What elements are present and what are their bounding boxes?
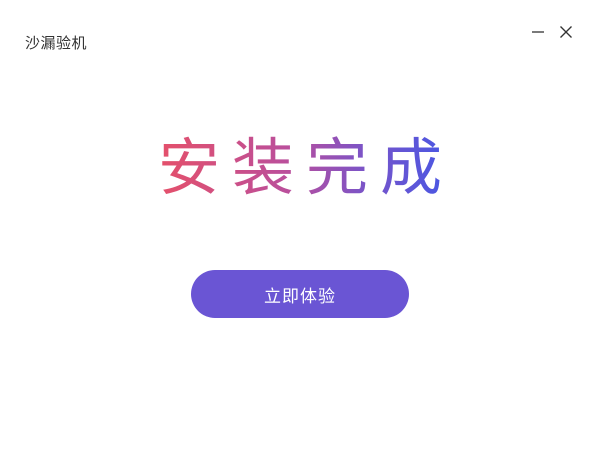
install-complete-text: 安装完成 [157, 131, 454, 204]
try-now-button[interactable]: 立即体验 [191, 270, 409, 318]
window-controls [530, 24, 574, 40]
install-complete-heading: 安装完成 [0, 130, 600, 206]
minimize-button[interactable] [530, 24, 546, 40]
app-title: 沙漏验机 [25, 34, 88, 52]
close-button[interactable] [558, 24, 574, 40]
close-icon [560, 26, 572, 38]
minimize-icon [532, 31, 544, 33]
installer-window: 沙漏验机 安装完成 立即体验 [0, 0, 600, 450]
